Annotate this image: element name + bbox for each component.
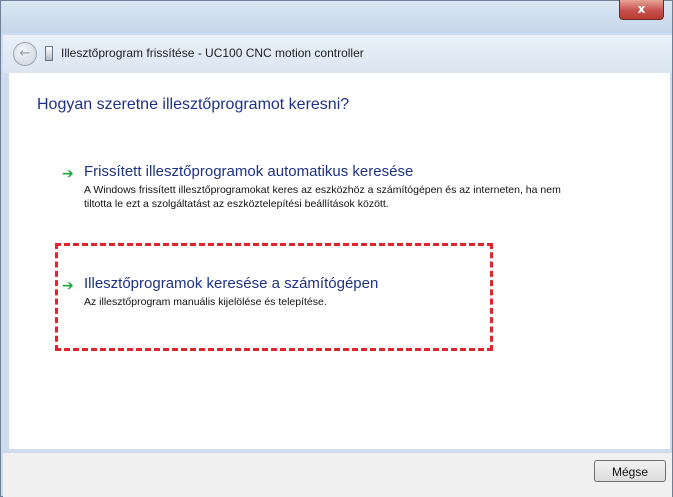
back-button[interactable]: ← — [13, 42, 37, 66]
content-area: Hogyan szeretne illesztőprogramot keresn… — [9, 73, 670, 449]
dialog-window: x ← Illesztőprogram frissítése - UC100 C… — [0, 0, 673, 497]
device-icon — [45, 46, 53, 61]
footer-bar: Mégse — [3, 453, 672, 497]
close-button[interactable]: x — [619, 0, 664, 20]
option-title[interactable]: Illesztőprogramok keresése a számítógépe… — [84, 275, 378, 292]
page-heading: Hogyan szeretne illesztőprogramot keresn… — [37, 96, 350, 113]
window-title: Illesztőprogram frissítése - UC100 CNC m… — [61, 46, 364, 60]
navigation-bar: ← Illesztőprogram frissítése - UC100 CNC… — [3, 35, 672, 73]
green-arrow-icon: ➔ — [62, 278, 74, 294]
green-arrow-icon: ➔ — [62, 166, 74, 182]
option-description: Az illesztőprogram manuális kijelölése é… — [84, 296, 327, 308]
cancel-button[interactable]: Mégse — [594, 460, 666, 482]
title-bar[interactable]: x — [1, 0, 672, 33]
option-title[interactable]: Frissített illesztőprogramok automatikus… — [84, 163, 413, 180]
option-description: A Windows frissített illesztőprogramokat… — [84, 184, 561, 210]
